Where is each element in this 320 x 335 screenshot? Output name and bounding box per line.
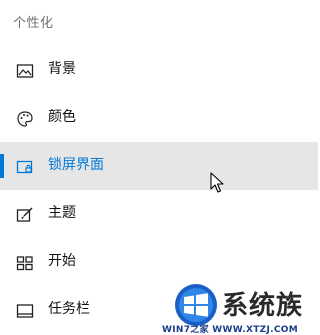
palette-icon (16, 110, 34, 128)
lock-screen-icon (16, 158, 34, 176)
mouse-pointer-icon (210, 172, 226, 194)
nav-item-background[interactable]: 背景 (0, 46, 318, 94)
nav-item-colors[interactable]: 颜色 (0, 94, 318, 142)
nav-item-themes[interactable]: 主题 (0, 190, 318, 238)
nav-label-colors: 颜色 (48, 109, 76, 125)
start-tiles-icon (16, 254, 34, 272)
theme-brush-icon (16, 206, 34, 224)
nav-label-background: 背景 (48, 61, 76, 77)
section-title: 个性化 (13, 16, 54, 31)
watermark-brand: 系统族 (222, 291, 304, 321)
nav-item-lock-screen[interactable]: 锁屏界面 (0, 142, 318, 190)
nav-label-start: 开始 (48, 253, 76, 269)
nav-label-lock-screen: 锁屏界面 (48, 157, 104, 173)
picture-icon (16, 62, 34, 80)
site-watermark: 系统族 WIN7之家 WWW.XTZJ.COM (162, 281, 318, 335)
nav-item-start[interactable]: 开始 (0, 238, 318, 286)
windows-logo-icon (174, 283, 218, 327)
taskbar-icon (16, 302, 34, 320)
watermark-url: WIN7之家 WWW.XTZJ.COM (162, 325, 298, 335)
nav-label-taskbar: 任务栏 (48, 301, 90, 317)
nav-label-themes: 主题 (48, 205, 76, 221)
